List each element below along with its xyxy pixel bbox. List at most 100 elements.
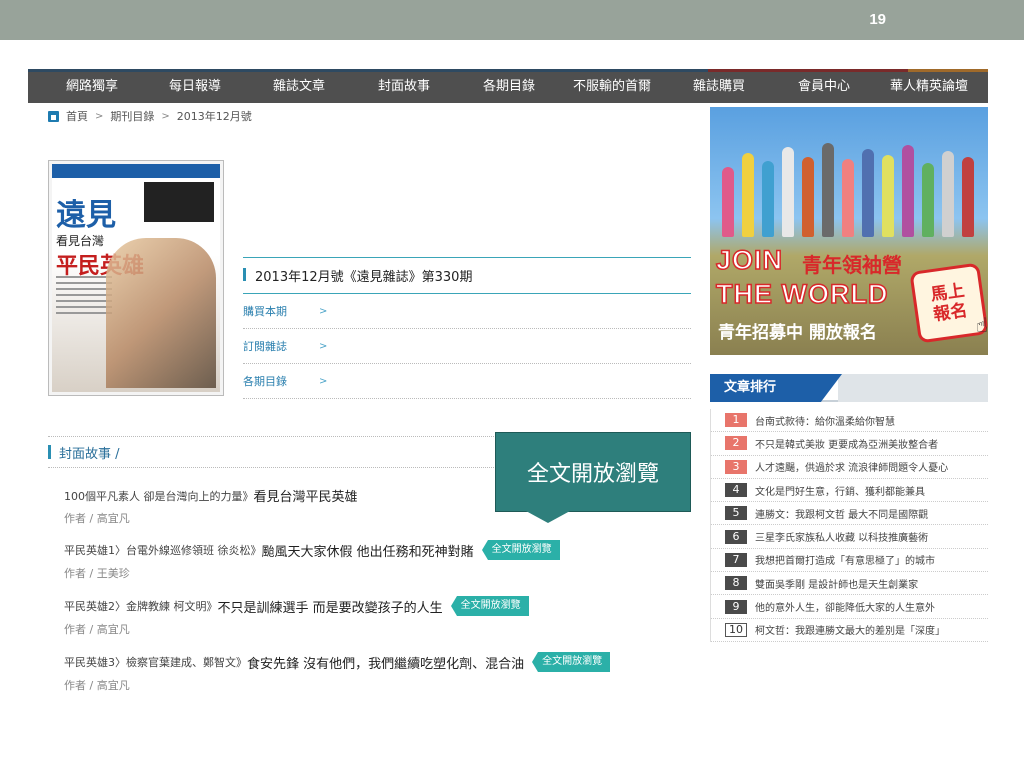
buy-issue-label: 購買本期 xyxy=(243,305,287,318)
ranking-title: 文章排行 xyxy=(710,374,842,402)
article-prefix[interactable]: 100個平凡素人 卻是台灣向上的力量》 xyxy=(64,488,254,504)
cover-people-photo xyxy=(106,238,216,388)
nav-item-buy[interactable]: 雜誌購買 xyxy=(693,75,745,94)
issue-info: 2013年12月號《遠見雜誌》第330期 購買本期 > 訂閱雜誌 > 各期目錄 … xyxy=(243,257,691,399)
ranking-item[interactable]: 2 不只是韓式美妝 更要成為亞洲美妝整合者 xyxy=(711,432,988,456)
subscribe-label: 訂閱雜誌 xyxy=(243,340,287,353)
ranking-item[interactable]: 10 柯文哲：我跟連勝文最大的差別是「深度」 xyxy=(711,619,988,642)
article-item: 平民英雄3〉檢察官葉建成、鄭智文》 食安先鋒 沒有他們，我們繼續吃塑化劑、混合油… xyxy=(64,652,704,693)
article-author: 作者 / 高宜凡 xyxy=(64,623,130,636)
buy-issue-link[interactable]: 購買本期 > xyxy=(243,294,691,329)
ranking-item[interactable]: 3 人才遠颺，供過於求 流浪律師問題令人憂心 xyxy=(711,456,988,479)
nav-item-daily[interactable]: 每日報導 xyxy=(169,75,221,94)
rank-number: 1 xyxy=(725,413,747,428)
rank-text[interactable]: 台南式款待：給你溫柔給你智慧 xyxy=(755,413,895,428)
rank-text[interactable]: 我想把首爾打造成「有意思極了」的城市 xyxy=(755,552,935,567)
open-access-tag[interactable]: 全文開放瀏覽 xyxy=(482,540,560,560)
cover-image: 遠見 看見台灣 平民英雄 xyxy=(52,164,220,392)
rank-text[interactable]: 三星李氏家族私人收藏 以科技推廣藝術 xyxy=(755,529,928,544)
nav-item-exclusive[interactable]: 網路獨享 xyxy=(66,75,118,94)
nav-item-seoul[interactable]: 不服輸的首爾 xyxy=(573,75,651,94)
cover-tagline: 看見台灣 xyxy=(56,234,105,248)
slide-header-bar: 19 xyxy=(0,0,1024,40)
past-issues-link[interactable]: 各期目錄 > xyxy=(243,364,691,399)
ranking-item[interactable]: 4 文化是門好生意，行銷、獲利都能兼具 xyxy=(711,479,988,503)
rank-text[interactable]: 柯文哲：我跟連勝文最大的差別是「深度」 xyxy=(755,622,945,637)
ranking-header: 文章排行 xyxy=(710,374,988,402)
rank-text[interactable]: 雙面吳季剛 是設計師也是天生創業家 xyxy=(755,576,918,591)
article-title[interactable]: 颱風天大家休假 他出任務和死神對賭 xyxy=(262,541,474,560)
arrow-right-icon: > xyxy=(319,375,328,387)
main-nav: 網路獨享 每日報導 雜誌文章 封面故事 各期目錄 不服輸的首爾 雜誌購買 會員中… xyxy=(28,69,988,103)
article-ranking: 文章排行 1 台南式款待：給你溫柔給你智慧 2 不只是韓式美妝 更要成為亞洲美妝整合… xyxy=(710,374,988,642)
cover-inset xyxy=(144,182,214,222)
article-prefix[interactable]: 平民英雄2〉金牌教練 柯文明》 xyxy=(64,598,218,614)
rank-text[interactable]: 不只是韓式美妝 更要成為亞洲美妝整合者 xyxy=(755,436,938,451)
banner-line2: THE WORLD xyxy=(715,278,889,310)
rank-number: 6 xyxy=(725,529,747,544)
subscribe-link[interactable]: 訂閱雜誌 > xyxy=(243,329,691,364)
nav-accent-2 xyxy=(908,69,988,72)
rank-text[interactable]: 連勝文：我跟柯文哲 最大不同是國際觀 xyxy=(755,506,928,521)
signup-label: 馬上報名 xyxy=(929,280,969,326)
ranking-header-bg xyxy=(838,374,988,402)
cover-text-lines xyxy=(56,276,112,318)
breadcrumb-level2: 2013年12月號 xyxy=(176,110,252,123)
article-author: 作者 / 王美珍 xyxy=(64,567,130,580)
magazine-cover[interactable]: 遠見 看見台灣 平民英雄 xyxy=(48,160,224,396)
banner-text-block: JOIN 青年領袖營 THE WORLD 青年招募中 開放報名 馬上報名 ☝ xyxy=(710,241,988,355)
article-item: 100個平凡素人 卻是台灣向上的力量》 看見台灣平民英雄 作者 / 高宜凡 xyxy=(64,486,704,526)
article-author: 作者 / 高宜凡 xyxy=(64,679,130,692)
jumping-people-photo xyxy=(710,127,988,237)
rank-number: 8 xyxy=(725,576,747,591)
nav-accent xyxy=(708,69,908,72)
breadcrumb-home[interactable]: 首頁 xyxy=(66,108,88,124)
article-title[interactable]: 看見台灣平民英雄 xyxy=(254,486,358,505)
youth-camp-banner[interactable]: JOIN 青年領袖營 THE WORLD 青年招募中 開放報名 馬上報名 ☝ xyxy=(710,107,988,355)
open-access-tag[interactable]: 全文開放瀏覽 xyxy=(532,652,611,672)
open-access-label: 全文開放瀏覽 xyxy=(456,596,529,616)
ranking-item[interactable]: 8 雙面吳季剛 是設計師也是天生創業家 xyxy=(711,572,988,596)
open-access-label: 全文開放瀏覽 xyxy=(538,652,611,672)
cover-brand: 遠見 xyxy=(56,198,116,233)
article-title[interactable]: 不只是訓練選手 而是要改變孩子的人生 xyxy=(218,597,443,616)
cover-strip xyxy=(52,164,220,178)
rank-text[interactable]: 文化是門好生意，行銷、獲利都能兼具 xyxy=(755,483,925,498)
chevron-right-icon: > xyxy=(95,110,104,122)
article-prefix[interactable]: 平民英雄3〉檢察官葉建成、鄭智文》 xyxy=(64,654,247,670)
arrow-right-icon: > xyxy=(319,305,328,317)
open-access-tag[interactable]: 全文開放瀏覽 xyxy=(451,596,529,616)
rank-number: 10 xyxy=(725,622,747,637)
rank-number: 9 xyxy=(725,599,747,614)
home-icon[interactable] xyxy=(48,110,59,122)
article-prefix[interactable]: 平民英雄1〉台電外線巡修領班 徐炎松》 xyxy=(64,542,262,558)
article-item: 平民英雄1〉台電外線巡修領班 徐炎松》 颱風天大家休假 他出任務和死神對賭 全文… xyxy=(64,540,704,581)
section-bar xyxy=(48,445,51,459)
ranking-item[interactable]: 9 他的意外人生，卻能降低大家的人生意外 xyxy=(711,595,988,619)
rank-text[interactable]: 人才遠颺，供過於求 流浪律師問題令人憂心 xyxy=(755,459,948,474)
ranking-item[interactable]: 7 我想把首爾打造成「有意思極了」的城市 xyxy=(711,549,988,573)
rank-text[interactable]: 他的意外人生，卻能降低大家的人生意外 xyxy=(755,599,935,614)
arrow-right-icon: > xyxy=(319,340,328,352)
ranking-item[interactable]: 5 連勝文：我跟柯文哲 最大不同是國際觀 xyxy=(711,502,988,526)
article-title[interactable]: 食安先鋒 沒有他們，我們繼續吃塑化劑、混合油 xyxy=(247,653,524,672)
nav-item-forum[interactable]: 華人精英論壇 xyxy=(890,75,968,94)
rank-number: 3 xyxy=(725,459,747,474)
nav-item-articles[interactable]: 雜誌文章 xyxy=(273,75,325,94)
ranking-item[interactable]: 1 台南式款待：給你溫柔給你智慧 xyxy=(711,409,988,433)
rank-number: 7 xyxy=(725,552,747,567)
slide-number: 19 xyxy=(869,11,886,28)
breadcrumb: 首頁 > 期刊目錄 > 2013年12月號 xyxy=(48,108,252,124)
nav-item-issues[interactable]: 各期目錄 xyxy=(483,75,535,94)
ranking-item[interactable]: 6 三星李氏家族私人收藏 以科技推廣藝術 xyxy=(711,525,988,549)
nav-item-member[interactable]: 會員中心 xyxy=(798,75,850,94)
callout-text: 全文開放瀏覽 xyxy=(526,462,659,487)
section-title: 封面故事 / xyxy=(59,446,120,462)
past-issues-label: 各期目錄 xyxy=(243,375,287,388)
ranking-list: 1 台南式款待：給你溫柔給你智慧 2 不只是韓式美妝 更要成為亞洲美妝整合者 3 人才… xyxy=(710,409,988,642)
article-item: 平民英雄2〉金牌教練 柯文明》 不只是訓練選手 而是要改變孩子的人生 全文開放瀏… xyxy=(64,596,704,637)
nav-item-cover-story[interactable]: 封面故事 xyxy=(378,75,430,94)
hand-cursor-icon: ☝ xyxy=(975,313,988,337)
breadcrumb-level1[interactable]: 期刊目錄 xyxy=(110,108,154,124)
banner-line3: 青年招募中 開放報名 xyxy=(718,323,877,343)
